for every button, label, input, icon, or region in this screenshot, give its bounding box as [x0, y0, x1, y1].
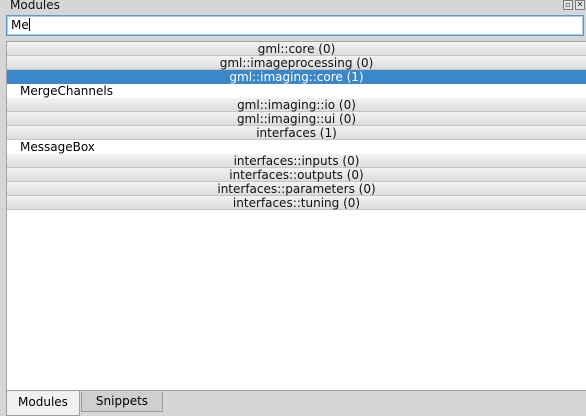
category-row[interactable]: interfaces::outputs (0) [7, 168, 586, 182]
float-icon[interactable]: ▫ [563, 0, 573, 10]
category-row[interactable]: interfaces (1) [7, 126, 586, 140]
search-input-value: Me [11, 18, 29, 32]
modules-panel: Modules ▫ ✕ Me gml::core (0) gml::imagep… [0, 0, 586, 416]
panel-titlebar[interactable]: Modules ▫ ✕ [0, 0, 586, 13]
tab-snippets[interactable]: Snippets [81, 392, 163, 412]
panel-title: Modules [10, 0, 60, 12]
module-item[interactable]: MergeChannels [7, 84, 586, 98]
tab-modules[interactable]: Modules [6, 391, 80, 416]
category-row-selected[interactable]: gml::imaging::core (1) [7, 70, 586, 84]
close-icon[interactable]: ✕ [575, 0, 585, 10]
category-row[interactable]: gml::imageprocessing (0) [7, 56, 586, 70]
category-row[interactable]: gml::imaging::ui (0) [7, 112, 586, 126]
category-row[interactable]: gml::imaging::io (0) [7, 98, 586, 112]
search-input[interactable]: Me [6, 15, 584, 36]
module-list[interactable]: gml::core (0) gml::imageprocessing (0) g… [6, 41, 586, 391]
category-row[interactable]: interfaces::tuning (0) [7, 196, 586, 210]
bottom-tab-bar: Modules Snippets [6, 391, 586, 416]
text-caret [28, 18, 30, 31]
category-row[interactable]: interfaces::inputs (0) [7, 154, 586, 168]
category-row[interactable]: gml::core (0) [7, 42, 586, 56]
category-row[interactable]: interfaces::parameters (0) [7, 182, 586, 196]
module-item[interactable]: MessageBox [7, 140, 586, 154]
